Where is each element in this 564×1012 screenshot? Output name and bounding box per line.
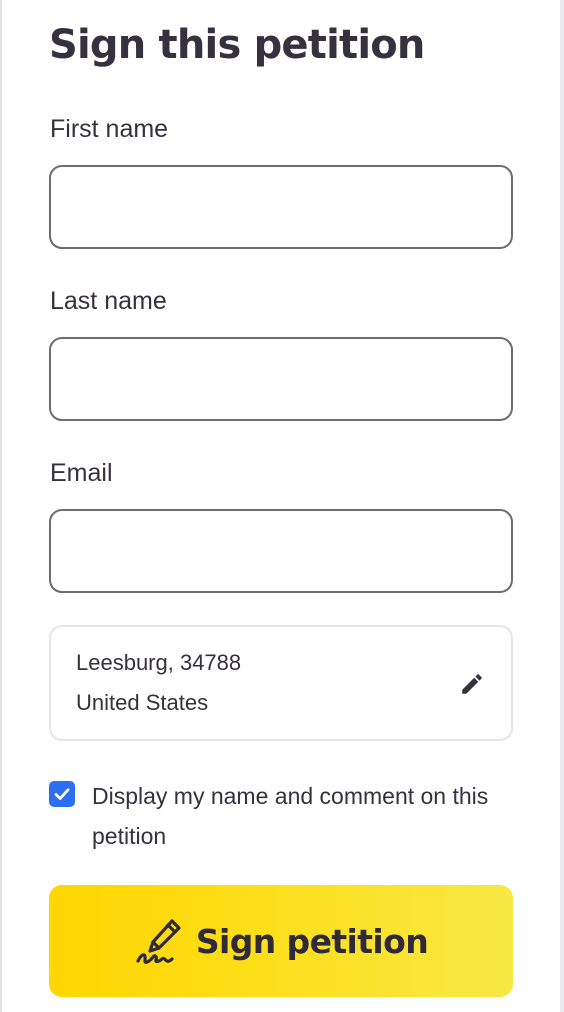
location-country: United States xyxy=(76,690,209,715)
form-title: Sign this petition xyxy=(49,22,425,68)
sign-petition-label: Sign petition xyxy=(195,921,429,961)
location-city-zip: Leesburg, 34788 xyxy=(76,650,242,675)
left-border xyxy=(0,0,2,1012)
first-name-label: First name xyxy=(50,115,169,143)
email-label: Email xyxy=(50,459,113,487)
signature-pen-icon xyxy=(136,919,181,964)
right-border xyxy=(560,0,564,1012)
display-consent-label: Display my name and comment on this peti… xyxy=(92,783,489,849)
first-name-input[interactable] xyxy=(49,165,513,249)
pencil-icon xyxy=(462,674,482,694)
email-input[interactable] xyxy=(49,509,513,593)
display-consent-checkbox[interactable] xyxy=(49,781,75,807)
last-name-input[interactable] xyxy=(49,337,513,421)
last-name-label: Last name xyxy=(50,287,167,315)
location-card: Leesburg, 34788 United States xyxy=(49,625,513,741)
checkmark-icon xyxy=(54,788,70,800)
edit-location-button[interactable] xyxy=(455,667,489,701)
sign-petition-button[interactable]: Sign petition xyxy=(49,885,513,997)
